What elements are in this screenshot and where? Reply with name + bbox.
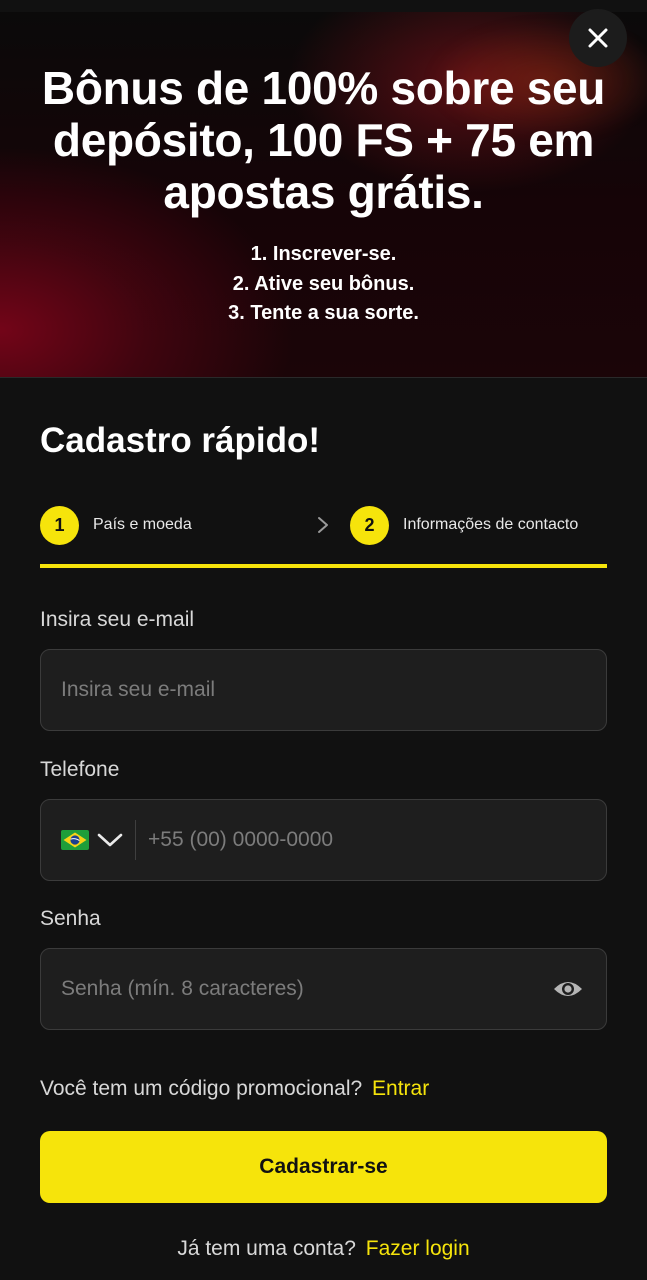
login-question: Já tem uma conta? [177, 1237, 356, 1260]
email-field-container [40, 649, 607, 731]
bonus-steps-list: 1. Inscrever-se. 2. Ative seu bônus. 3. … [0, 240, 647, 329]
step-contact-info[interactable]: 2 Informações de contacto [350, 505, 578, 545]
registration-page: Bônus de 100% sobre seu depósito, 100 FS… [0, 0, 647, 1280]
chevron-right-icon [318, 517, 328, 533]
email-label: Insira seu e-mail [40, 608, 195, 631]
password-field-container [40, 948, 607, 1030]
bonus-banner: Bônus de 100% sobre seu depósito, 100 FS… [0, 0, 647, 378]
login-link[interactable]: Fazer login [366, 1237, 470, 1260]
phone-label: Telefone [40, 758, 120, 781]
password-label: Senha [40, 907, 101, 930]
top-strip [0, 0, 647, 12]
form-title: Cadastro rápido! [40, 421, 321, 460]
step-label: País e moeda [93, 516, 192, 533]
bonus-step: 2. Ative seu bônus. [232, 272, 415, 295]
step-label: Informações de contacto [403, 516, 579, 533]
phone-field-container [40, 799, 607, 881]
chevron-down-icon [97, 833, 123, 847]
password-input[interactable] [41, 949, 606, 1029]
stepper-progress-bar [40, 564, 607, 568]
registration-stepper: 1 País e moeda 2 Informações de contacto [40, 505, 607, 545]
eye-icon[interactable] [552, 975, 584, 1003]
step-country-currency[interactable]: 1 País e moeda [40, 505, 192, 545]
bonus-step: 1. Inscrever-se. [250, 243, 397, 265]
promo-code-link[interactable]: Entrar [372, 1077, 429, 1100]
promo-code-row: Você tem um código promocional? Entrar [40, 1077, 429, 1101]
promo-question: Você tem um código promocional? [40, 1077, 363, 1100]
email-input[interactable] [41, 650, 606, 730]
step-number-badge: 1 [40, 505, 79, 545]
phone-input[interactable] [136, 800, 606, 880]
register-button[interactable]: Cadastrar-se [40, 1131, 607, 1203]
brazil-flag-icon [61, 830, 89, 850]
close-icon [588, 28, 608, 48]
close-button[interactable] [569, 9, 627, 67]
login-row: Já tem uma conta? Fazer login [0, 1237, 647, 1261]
country-code-select[interactable] [61, 820, 136, 860]
bonus-step: 3. Tente a sua sorte. [228, 302, 419, 324]
step-number-badge: 2 [350, 505, 389, 545]
bonus-title: Bônus de 100% sobre seu depósito, 100 FS… [41, 62, 606, 218]
